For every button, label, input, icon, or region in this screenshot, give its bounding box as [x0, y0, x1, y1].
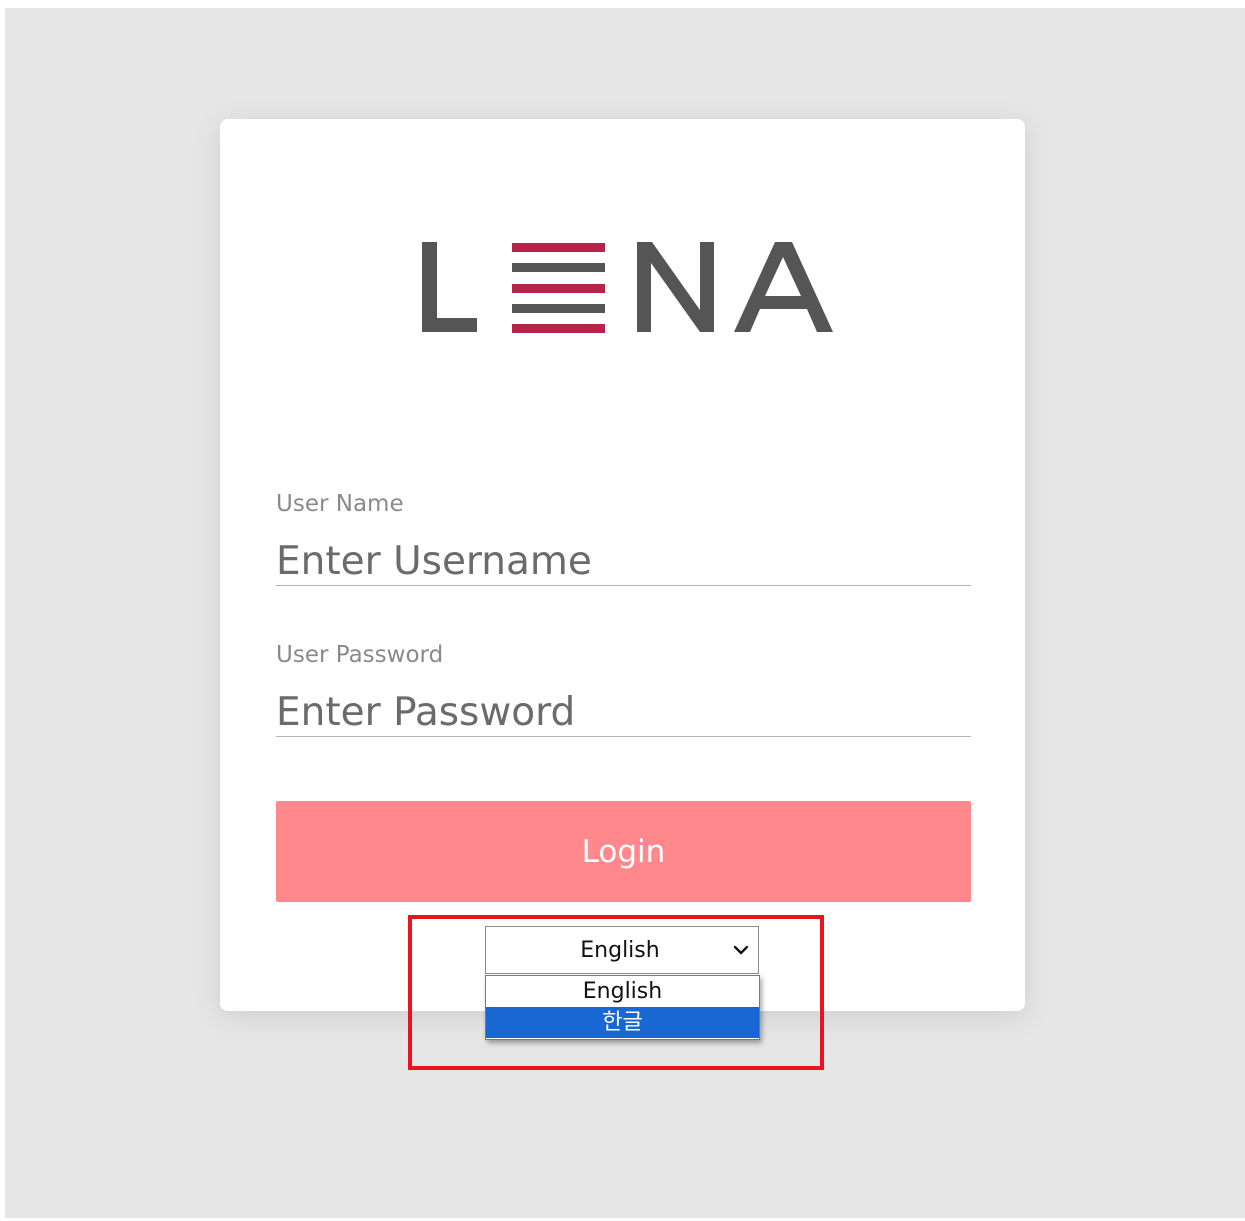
- username-input[interactable]: [276, 537, 971, 586]
- language-option-english[interactable]: English: [486, 976, 759, 1007]
- lena-logo: [420, 236, 840, 340]
- username-label: User Name: [276, 491, 404, 517]
- password-label: User Password: [276, 642, 444, 668]
- language-dropdown-list: English 한글: [485, 975, 760, 1040]
- language-select[interactable]: English: [485, 926, 759, 974]
- password-input[interactable]: [276, 688, 971, 737]
- language-select-value: English: [580, 937, 660, 963]
- chevron-down-icon: [733, 945, 749, 955]
- login-button[interactable]: Login: [276, 801, 971, 902]
- language-option-korean[interactable]: 한글: [486, 1007, 759, 1038]
